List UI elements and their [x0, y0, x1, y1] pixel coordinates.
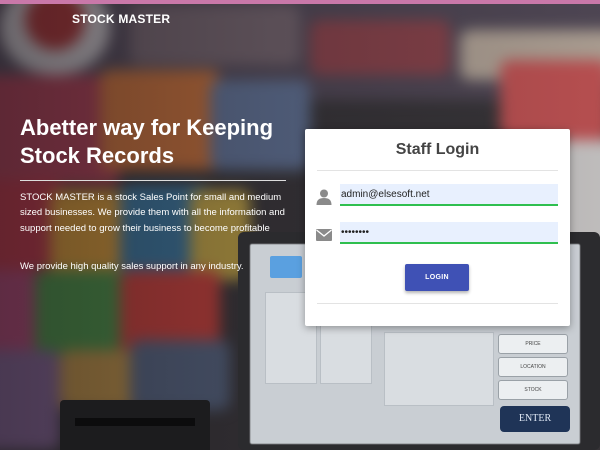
hero-title: Abetter way for Keeping Stock Records	[20, 115, 274, 168]
hero-description: STOCK MASTER is a stock Sales Point for …	[20, 192, 285, 234]
user-icon	[315, 188, 333, 206]
envelope-icon	[315, 226, 333, 244]
pos-enter-key: ENTER	[500, 406, 570, 432]
login-footer-divider	[317, 303, 558, 304]
pos-price-button: PRICE	[498, 334, 568, 354]
pos-screen-panel	[384, 332, 494, 406]
hero-subtext: We provide high quality sales support in…	[20, 261, 244, 272]
login-title-divider	[317, 170, 558, 171]
top-accent-strip	[0, 0, 600, 4]
brand-logo[interactable]: STOCK MASTER	[72, 12, 170, 26]
login-button[interactable]: LOGIN	[405, 264, 469, 291]
login-title: Staff Login	[395, 141, 480, 158]
pos-location-button: LOCATION	[498, 357, 568, 377]
email-field[interactable]	[340, 184, 558, 206]
hero-divider	[20, 180, 286, 181]
password-field[interactable]	[340, 222, 558, 244]
login-card: Staff Login LOGIN	[305, 129, 570, 326]
pos-stock-button: STOCK	[498, 380, 568, 400]
receipt-printer-slot	[75, 418, 195, 426]
